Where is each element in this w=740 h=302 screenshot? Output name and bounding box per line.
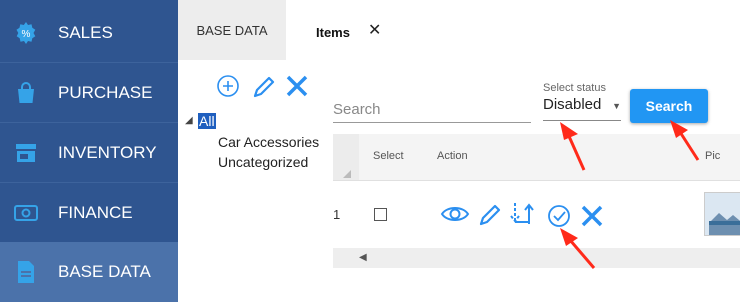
tree-node-car-accessories[interactable]: Car Accessories [218, 134, 319, 150]
annotation-arrow-icon [560, 122, 586, 171]
search-input[interactable] [333, 96, 531, 123]
tab-base-data[interactable]: BASE DATA [178, 0, 286, 60]
sidebar-item-purchase[interactable]: PURCHASE [0, 63, 178, 123]
edit-pencil-icon[interactable] [253, 76, 275, 98]
sidebar-item-label: FINANCE [58, 203, 133, 222]
sales-gear-icon: % [14, 21, 38, 45]
delete-x-icon[interactable] [286, 75, 308, 97]
delete-x-icon[interactable] [581, 205, 603, 227]
sidebar-item-label: BASE DATA [58, 262, 151, 281]
add-circle-icon[interactable] [217, 75, 239, 97]
svg-text:%: % [22, 29, 31, 40]
sidebar-item-label: PURCHASE [58, 83, 153, 102]
column-header-pic[interactable]: Pic [705, 150, 720, 162]
status-label: Select status [543, 82, 606, 94]
sidebar-item-label: INVENTORY [58, 143, 157, 162]
sidebar-item-inventory[interactable]: INVENTORY [0, 123, 178, 183]
sidebar-item-sales[interactable]: % SALES [0, 3, 178, 63]
grid-corner [333, 134, 359, 180]
sidebar-item-label: SALES [58, 23, 113, 42]
tree-toolbar [214, 72, 314, 105]
view-eye-icon[interactable] [440, 207, 470, 221]
row-number: 1 [333, 207, 341, 222]
tab-bar: BASE DATA Items ✕ [178, 0, 740, 60]
annotation-arrow-icon [560, 228, 596, 269]
annotation-arrow-icon [670, 120, 700, 161]
shopping-bag-icon [14, 81, 38, 105]
row-select-checkbox[interactable] [374, 208, 387, 221]
column-header-select[interactable]: Select [373, 150, 404, 162]
edit-pencil-icon[interactable] [479, 204, 501, 226]
tree-node-all[interactable]: All [198, 113, 216, 129]
sidebar: % SALES PURCHASE INVENTORY FINANCE BASE … [0, 0, 178, 302]
item-picture-thumbnail[interactable] [704, 192, 740, 236]
document-icon [14, 260, 38, 284]
tab-items[interactable]: Items [316, 25, 350, 40]
store-icon [14, 141, 38, 165]
money-bill-icon [14, 201, 38, 225]
horizontal-scrollbar[interactable]: ◀ [333, 248, 740, 268]
status-value: Disabled [543, 96, 602, 113]
enable-check-circle-icon[interactable] [548, 205, 570, 227]
sidebar-item-finance[interactable]: FINANCE [0, 183, 178, 243]
column-header-action[interactable]: Action [437, 150, 468, 162]
tree-node-uncategorized[interactable]: Uncategorized [218, 154, 308, 170]
close-icon[interactable]: ✕ [368, 20, 381, 40]
dropdown-arrow-icon: ▼ [612, 101, 621, 111]
tree-expand-icon[interactable]: ◢ [185, 115, 193, 126]
scroll-left-icon[interactable]: ◀ [359, 252, 367, 263]
reorder-arrows-icon[interactable] [510, 203, 534, 224]
sidebar-item-base-data[interactable]: BASE DATA [0, 242, 178, 302]
